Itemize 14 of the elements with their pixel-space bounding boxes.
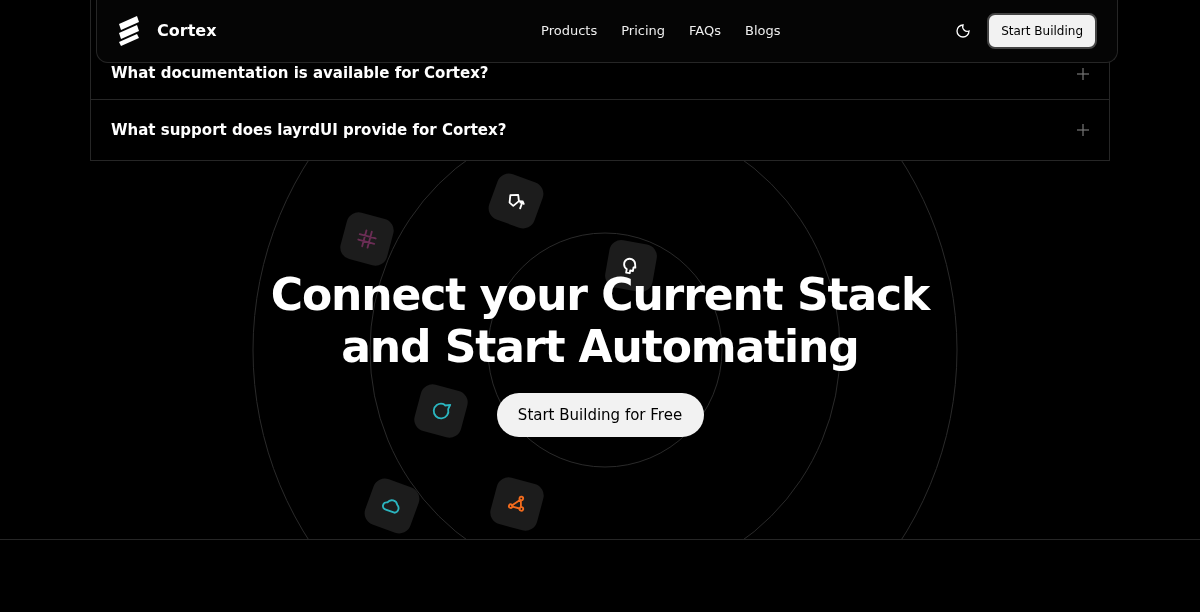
- moon-icon[interactable]: [955, 23, 972, 39]
- plus-icon[interactable]: [1077, 67, 1089, 80]
- faq-question[interactable]: What support does layrdUI provide for Cortex?: [111, 118, 507, 142]
- plus-icon[interactable]: [1077, 124, 1089, 136]
- nav-link[interactable]: FAQs: [689, 21, 722, 41]
- start-building-free-button[interactable]: Start Building for Free: [496, 393, 704, 437]
- faq-question[interactable]: What documentation is available for Cortex?: [111, 62, 489, 85]
- start-building-button[interactable]: Start Building: [987, 13, 1097, 49]
- brand-name[interactable]: Cortex: [157, 19, 217, 43]
- hero-heading: Connect your Current Stack and Start Automating: [270, 269, 930, 373]
- nav-link[interactable]: Products: [541, 21, 598, 41]
- nav-link[interactable]: Pricing: [621, 21, 666, 41]
- nav-link[interactable]: Blogs: [745, 21, 781, 41]
- logo-icon: [117, 16, 141, 46]
